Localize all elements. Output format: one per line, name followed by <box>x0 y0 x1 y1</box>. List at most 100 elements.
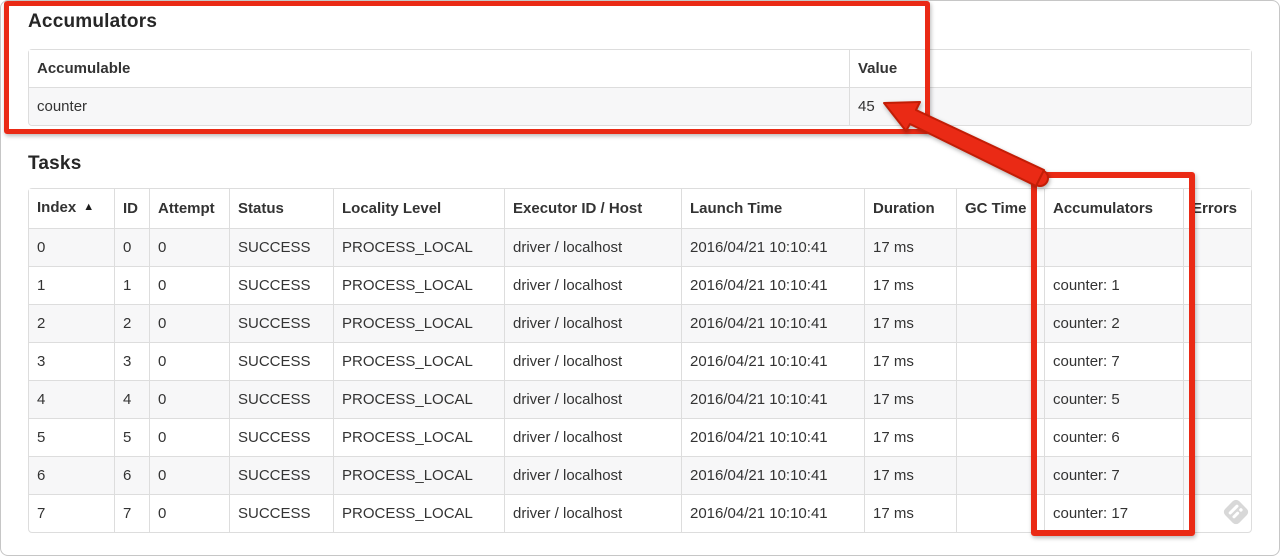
cell-index: 1 <box>29 266 114 304</box>
sort-asc-icon: ▲ <box>83 201 95 213</box>
col-header-id[interactable]: ID <box>114 189 149 228</box>
cell-executor: driver / localhost <box>504 380 681 418</box>
cell-locality: PROCESS_LOCAL <box>333 342 504 380</box>
cell-errors <box>1183 456 1251 494</box>
task-row: 0 0 0 SUCCESS PROCESS_LOCAL driver / loc… <box>29 228 1251 266</box>
cell-status: SUCCESS <box>229 494 333 532</box>
cell-duration: 17 ms <box>864 418 956 456</box>
cell-id: 0 <box>114 228 149 266</box>
cell-locality: PROCESS_LOCAL <box>333 456 504 494</box>
cell-attempt: 0 <box>149 494 229 532</box>
cell-id: 1 <box>114 266 149 304</box>
cell-launch-time: 2016/04/21 10:10:41 <box>681 418 864 456</box>
cell-id: 7 <box>114 494 149 532</box>
col-header-attempt[interactable]: Attempt <box>149 189 229 228</box>
cell-status: SUCCESS <box>229 380 333 418</box>
task-row: 2 2 0 SUCCESS PROCESS_LOCAL driver / loc… <box>29 304 1251 342</box>
cell-launch-time: 2016/04/21 10:10:41 <box>681 380 864 418</box>
col-header-duration[interactable]: Duration <box>864 189 956 228</box>
cell-errors <box>1183 418 1251 456</box>
cell-accumulators: counter: 6 <box>1044 418 1183 456</box>
cell-launch-time: 2016/04/21 10:10:41 <box>681 494 864 532</box>
cell-status: SUCCESS <box>229 228 333 266</box>
cell-launch-time: 2016/04/21 10:10:41 <box>681 342 864 380</box>
cell-value: 45 <box>849 87 1251 125</box>
cell-id: 3 <box>114 342 149 380</box>
cell-launch-time: 2016/04/21 10:10:41 <box>681 228 864 266</box>
cell-locality: PROCESS_LOCAL <box>333 494 504 532</box>
cell-errors <box>1183 342 1251 380</box>
cell-duration: 17 ms <box>864 494 956 532</box>
cell-accumulators: counter: 7 <box>1044 342 1183 380</box>
cell-gc-time <box>956 380 1044 418</box>
cell-id: 2 <box>114 304 149 342</box>
cell-attempt: 0 <box>149 304 229 342</box>
cell-executor: driver / localhost <box>504 494 681 532</box>
accumulators-table: Accumulable Value counter 45 <box>28 49 1252 126</box>
cell-errors <box>1183 304 1251 342</box>
task-row: 5 5 0 SUCCESS PROCESS_LOCAL driver / loc… <box>29 418 1251 456</box>
cell-index: 0 <box>29 228 114 266</box>
cell-locality: PROCESS_LOCAL <box>333 380 504 418</box>
cell-locality: PROCESS_LOCAL <box>333 418 504 456</box>
cell-duration: 17 ms <box>864 342 956 380</box>
cell-status: SUCCESS <box>229 456 333 494</box>
cell-errors <box>1183 228 1251 266</box>
cell-accumulators <box>1044 228 1183 266</box>
page-content: Accumulators Accumulable Value counter 4… <box>0 0 1280 533</box>
col-header-accumulators[interactable]: Accumulators <box>1044 189 1183 228</box>
cell-errors <box>1183 266 1251 304</box>
col-header-launch-time[interactable]: Launch Time <box>681 189 864 228</box>
cell-launch-time: 2016/04/21 10:10:41 <box>681 266 864 304</box>
cell-executor: driver / localhost <box>504 456 681 494</box>
cell-locality: PROCESS_LOCAL <box>333 304 504 342</box>
tasks-table: Index ▲ ID Attempt Status Locality Level … <box>28 188 1252 533</box>
cell-accumulators: counter: 7 <box>1044 456 1183 494</box>
cell-executor: driver / localhost <box>504 304 681 342</box>
cell-index: 7 <box>29 494 114 532</box>
col-header-index[interactable]: Index ▲ <box>29 189 114 228</box>
cell-index: 2 <box>29 304 114 342</box>
accumulators-section-title: Accumulators <box>28 11 158 32</box>
accumulators-header-row: Accumulable Value <box>29 50 1251 87</box>
cell-status: SUCCESS <box>229 342 333 380</box>
task-row: 7 7 0 SUCCESS PROCESS_LOCAL driver / loc… <box>29 494 1251 532</box>
task-row: 6 6 0 SUCCESS PROCESS_LOCAL driver / loc… <box>29 456 1251 494</box>
col-header-accumulable: Accumulable <box>29 50 849 87</box>
cell-gc-time <box>956 418 1044 456</box>
col-header-gc-time[interactable]: GC Time <box>956 189 1044 228</box>
cell-gc-time <box>956 228 1044 266</box>
cell-launch-time: 2016/04/21 10:10:41 <box>681 456 864 494</box>
cell-status: SUCCESS <box>229 304 333 342</box>
col-header-index-label: Index <box>37 199 77 216</box>
cell-accumulators: counter: 2 <box>1044 304 1183 342</box>
cell-id: 6 <box>114 456 149 494</box>
cell-executor: driver / localhost <box>504 266 681 304</box>
cell-attempt: 0 <box>149 380 229 418</box>
col-header-executor-id-host[interactable]: Executor ID / Host <box>504 189 681 228</box>
col-header-status[interactable]: Status <box>229 189 333 228</box>
cell-attempt: 0 <box>149 228 229 266</box>
cell-errors <box>1183 380 1251 418</box>
col-header-errors[interactable]: Errors <box>1183 189 1251 228</box>
col-header-value: Value <box>849 50 1251 87</box>
cell-index: 4 <box>29 380 114 418</box>
cell-duration: 17 ms <box>864 228 956 266</box>
cell-status: SUCCESS <box>229 266 333 304</box>
cell-gc-time <box>956 456 1044 494</box>
accumulator-row: counter 45 <box>29 87 1251 125</box>
cell-gc-time <box>956 304 1044 342</box>
cell-duration: 17 ms <box>864 304 956 342</box>
cell-errors <box>1183 494 1251 532</box>
cell-attempt: 0 <box>149 342 229 380</box>
cell-index: 5 <box>29 418 114 456</box>
cell-index: 3 <box>29 342 114 380</box>
cell-id: 4 <box>114 380 149 418</box>
cell-executor: driver / localhost <box>504 342 681 380</box>
cell-attempt: 0 <box>149 418 229 456</box>
cell-index: 6 <box>29 456 114 494</box>
cell-duration: 17 ms <box>864 266 956 304</box>
col-header-locality-level[interactable]: Locality Level <box>333 189 504 228</box>
cell-gc-time <box>956 494 1044 532</box>
cell-duration: 17 ms <box>864 456 956 494</box>
